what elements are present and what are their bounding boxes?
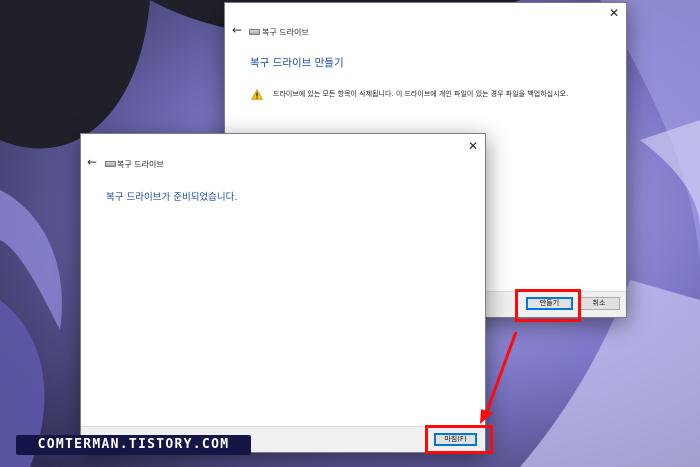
- drive-icon: [249, 29, 260, 35]
- warning-text: 드라이브에 있는 모든 항목이 삭제됩니다. 이 드라이브에 개인 파일이 있는…: [273, 90, 569, 98]
- recovery-drive-dialog-front: ✕ ← 복구 드라이브 복구 드라이브가 준비되었습니다. 마침(F): [80, 133, 486, 453]
- create-button-highlight: [515, 289, 581, 322]
- title-bar: ← 복구 드라이브: [81, 134, 485, 174]
- dialog-title: 복구 드라이브: [117, 160, 164, 169]
- cancel-button[interactable]: 취소: [578, 297, 620, 310]
- dialog-title: 복구 드라이브: [262, 28, 309, 37]
- drive-icon: [105, 161, 116, 167]
- warning-icon: [251, 89, 263, 100]
- watermark-text: COMTERMAN.TISTORY.COM: [16, 435, 251, 455]
- page-heading: 복구 드라이브가 준비되었습니다.: [106, 192, 238, 203]
- title-bar: ← 복구 드라이브: [225, 3, 626, 43]
- back-arrow-icon[interactable]: ←: [232, 23, 242, 37]
- finish-button-highlight: [425, 425, 493, 454]
- back-arrow-icon[interactable]: ←: [87, 155, 97, 169]
- page-heading: 복구 드라이브 만들기: [250, 57, 344, 69]
